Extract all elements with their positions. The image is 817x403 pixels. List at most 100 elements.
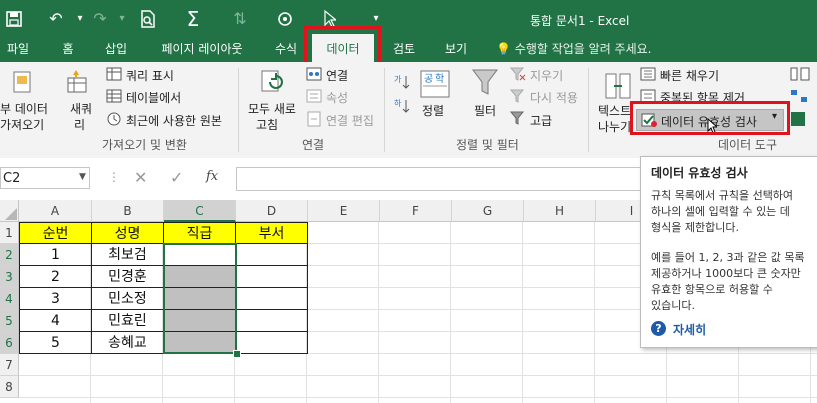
tell-me-text: 수행할 작업을 알려 주세요. [514, 42, 652, 56]
text-to-columns-icon[interactable] [604, 72, 632, 103]
flash-fill-icon [640, 67, 656, 84]
relationships-icon[interactable] [790, 89, 810, 106]
row-header-3[interactable]: 3 [0, 266, 19, 288]
refresh-all-label-2[interactable]: 고침 [256, 116, 278, 133]
row-header-5[interactable]: 5 [0, 310, 19, 332]
get-data-icon[interactable] [12, 70, 34, 97]
group-sort-filter: 정렬 및 필터 [456, 138, 519, 152]
fill-handle[interactable] [233, 350, 241, 358]
sort-button[interactable]: 정렬 [422, 102, 444, 119]
flash-fill-button[interactable]: 빠른 채우기 [660, 67, 719, 84]
touch-mode-icon[interactable] [273, 6, 297, 32]
cell-b3[interactable]: 민경훈 [92, 266, 164, 288]
row-header-6[interactable]: 6 [0, 332, 19, 354]
row-header-8[interactable]: 8 [0, 376, 19, 398]
new-query-icon[interactable] [66, 68, 92, 99]
redo-dropdown-icon[interactable]: ▾ [110, 6, 134, 32]
row-header-2[interactable]: 2 [0, 244, 19, 266]
sort-descending-icon[interactable]: 하 [394, 98, 410, 117]
autosum-icon[interactable]: Σ [181, 6, 205, 32]
column-header-h[interactable]: H [524, 200, 596, 222]
save-icon[interactable] [2, 6, 26, 32]
sort-ascending-icon[interactable]: 가 [394, 74, 410, 93]
cell-a1[interactable]: 순번 [19, 222, 92, 244]
recent-sources-button[interactable]: 최근에 사용한 원본 [126, 112, 222, 129]
clear-button[interactable]: 지우기 [530, 67, 563, 84]
column-header-d[interactable]: D [236, 200, 308, 222]
column-header-g[interactable]: G [452, 200, 524, 222]
filter-icon[interactable] [471, 68, 499, 101]
cell-a3[interactable]: 2 [19, 266, 92, 288]
text-to-columns-label-2[interactable]: 나누기 [598, 118, 631, 135]
name-box-dropdown-icon[interactable]: ▼ [79, 172, 86, 182]
name-box[interactable]: C2 ▼ [0, 167, 90, 189]
text-to-columns-label-1[interactable]: 텍스트 [598, 102, 631, 119]
cell-a6[interactable]: 5 [19, 332, 92, 354]
cell-a5[interactable]: 4 [19, 310, 92, 332]
new-query-label-1[interactable]: 새쿼 [70, 100, 92, 117]
cell-b2[interactable]: 최보검 [92, 244, 164, 266]
get-data-label-2[interactable]: 가져오기 [0, 116, 44, 133]
group-separator [588, 68, 589, 152]
cell-a2[interactable]: 1 [19, 244, 92, 266]
column-header-f[interactable]: F [380, 200, 452, 222]
tooltip-line: 형식을 제한합니다. [651, 221, 739, 234]
cell-a4[interactable]: 3 [19, 288, 92, 310]
insert-function-icon[interactable]: fx [206, 169, 218, 184]
row-header-7[interactable]: 7 [0, 354, 19, 376]
cell-d4[interactable] [236, 288, 308, 310]
tab-view[interactable]: 보기 [440, 38, 472, 62]
sort-dialog-icon[interactable]: 공학 [420, 70, 450, 101]
advanced-button[interactable]: 고급 [530, 112, 552, 129]
edit-links-button[interactable]: 연결 편집 [326, 112, 374, 129]
get-data-label-1[interactable]: 부 데이터 [0, 100, 48, 117]
cell-b1[interactable]: 성명 [92, 222, 164, 244]
column-header-b[interactable]: B [92, 200, 164, 222]
reapply-button[interactable]: 다시 적용 [530, 89, 578, 106]
svg-text:공: 공 [424, 73, 433, 85]
cell-d3[interactable] [236, 266, 308, 288]
cell-d1[interactable]: 부서 [236, 222, 308, 244]
cell-d5[interactable] [236, 310, 308, 332]
from-table-button[interactable]: 테이블에서 [126, 89, 181, 106]
manage-data-model-icon[interactable] [790, 111, 810, 130]
tab-page-layout[interactable]: 페이지 레이아웃 [154, 38, 250, 62]
enter-icon[interactable]: ✓ [170, 168, 183, 187]
help-icon[interactable]: ? [651, 321, 666, 336]
svg-text:학: 학 [435, 73, 444, 85]
consolidate-icon[interactable] [790, 67, 810, 84]
refresh-all-icon[interactable] [258, 68, 286, 99]
print-preview-icon[interactable] [136, 6, 160, 32]
undo-icon[interactable]: ↶ [44, 6, 68, 32]
tab-insert[interactable]: 삽입 [98, 38, 134, 62]
tab-review[interactable]: 검토 [386, 38, 422, 62]
show-queries-button[interactable]: 쿼리 표시 [126, 67, 174, 84]
column-header-e[interactable]: E [308, 200, 380, 222]
cell-d6[interactable] [236, 332, 308, 354]
new-query-label-2[interactable]: 리 [74, 116, 85, 133]
tab-file[interactable]: 파일 [0, 38, 36, 62]
select-all-button[interactable] [0, 200, 19, 222]
redo-icon[interactable]: ↷ [88, 6, 112, 32]
cell-b5[interactable]: 민효린 [92, 310, 164, 332]
row-header-1[interactable]: 1 [0, 222, 19, 244]
tab-formulas[interactable]: 수식 [268, 38, 304, 62]
tab-home[interactable]: 홈 [56, 38, 80, 62]
cancel-icon[interactable]: ✕ [134, 168, 147, 187]
column-header-a[interactable]: A [19, 200, 92, 222]
cell-b6[interactable]: 송혜교 [92, 332, 164, 354]
row-header-4[interactable]: 4 [0, 288, 19, 310]
properties-button[interactable]: 속성 [326, 89, 348, 106]
tell-me-search[interactable]: 💡 수행할 작업을 알려 주세요. [496, 38, 651, 62]
properties-icon [306, 89, 322, 106]
filter-button[interactable]: 필터 [474, 102, 496, 119]
refresh-all-label-1[interactable]: 모두 새로 [248, 100, 296, 117]
tell-me-more-link[interactable]: 자세히 [673, 321, 706, 338]
column-header-c[interactable]: C [164, 200, 236, 222]
cell-b4[interactable]: 민소정 [92, 288, 164, 310]
connections-button[interactable]: 연결 [326, 67, 348, 84]
cell-c1[interactable]: 직급 [164, 222, 236, 244]
cell-d2[interactable] [236, 244, 308, 266]
formula-input[interactable] [236, 167, 657, 191]
group-separator [238, 68, 239, 152]
